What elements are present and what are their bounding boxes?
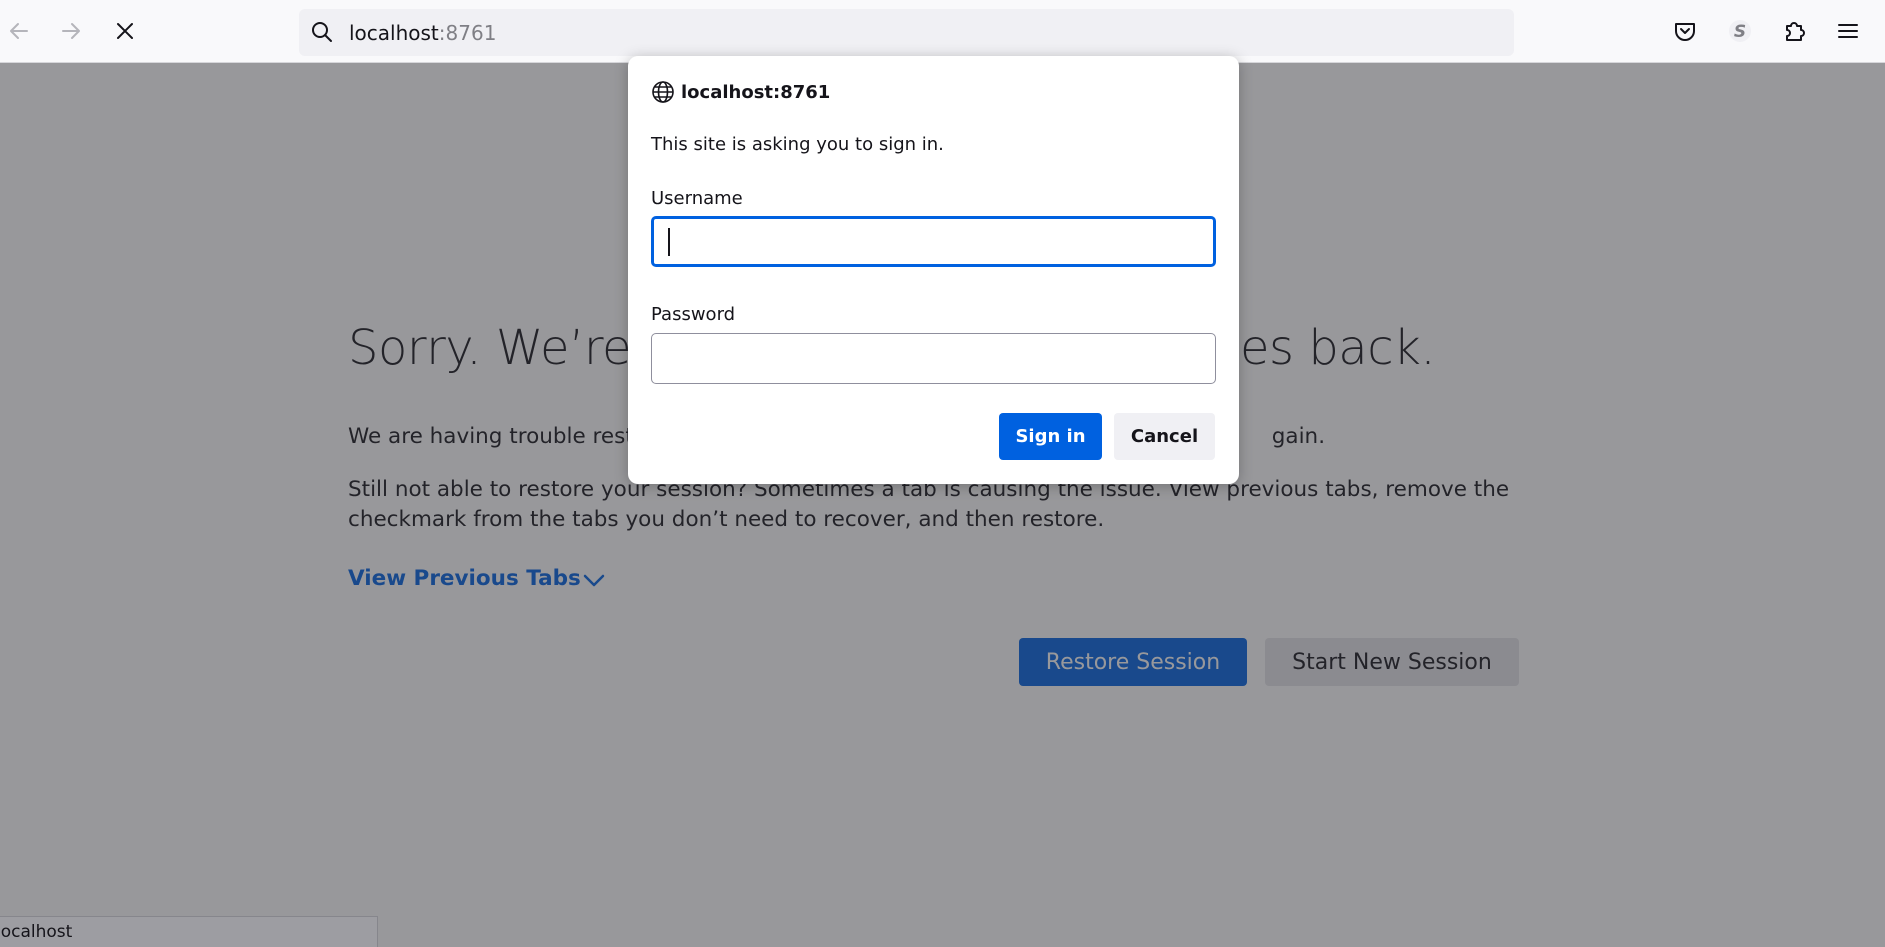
extensions-button[interactable] bbox=[1777, 14, 1811, 48]
svg-text:S: S bbox=[1734, 22, 1746, 42]
search-icon bbox=[312, 22, 332, 42]
dialog-message: This site is asking you to sign in. bbox=[651, 134, 944, 155]
stop-icon bbox=[117, 23, 133, 39]
dialog-host: localhost:8761 bbox=[681, 81, 831, 103]
sign-in-dialog: localhost:8761 This site is asking you t… bbox=[628, 56, 1239, 484]
url-port: :8761 bbox=[438, 21, 497, 45]
sign-in-button[interactable]: Sign in bbox=[999, 413, 1102, 460]
username-field[interactable] bbox=[651, 216, 1216, 267]
pocket-icon bbox=[1675, 23, 1695, 41]
sync-icon: S bbox=[1729, 20, 1751, 42]
text-cursor bbox=[668, 228, 670, 256]
pocket-button[interactable] bbox=[1668, 14, 1702, 48]
url-text: localhost:8761 bbox=[349, 21, 496, 45]
globe-icon bbox=[652, 81, 674, 103]
extensions-icon bbox=[1786, 22, 1805, 41]
forward-icon bbox=[62, 23, 80, 39]
password-label: Password bbox=[651, 304, 736, 325]
forward-button[interactable] bbox=[52, 12, 90, 50]
password-field[interactable] bbox=[651, 333, 1216, 384]
dialog-header: localhost:8761 bbox=[651, 80, 830, 104]
browser-toolbar: localhost:8761 S bbox=[0, 0, 1885, 63]
menu-button[interactable] bbox=[1831, 14, 1865, 48]
url-bar[interactable]: localhost:8761 bbox=[299, 9, 1514, 56]
back-icon bbox=[10, 23, 28, 39]
stop-button[interactable] bbox=[106, 12, 144, 50]
status-text: localhost bbox=[0, 922, 73, 942]
url-host: localhost bbox=[349, 21, 439, 45]
status-bar: localhost bbox=[0, 916, 378, 947]
username-label: Username bbox=[651, 188, 743, 209]
sync-button[interactable]: S bbox=[1723, 14, 1757, 48]
cancel-button[interactable]: Cancel bbox=[1114, 413, 1215, 460]
menu-icon bbox=[1838, 24, 1858, 38]
back-button[interactable] bbox=[0, 12, 38, 50]
